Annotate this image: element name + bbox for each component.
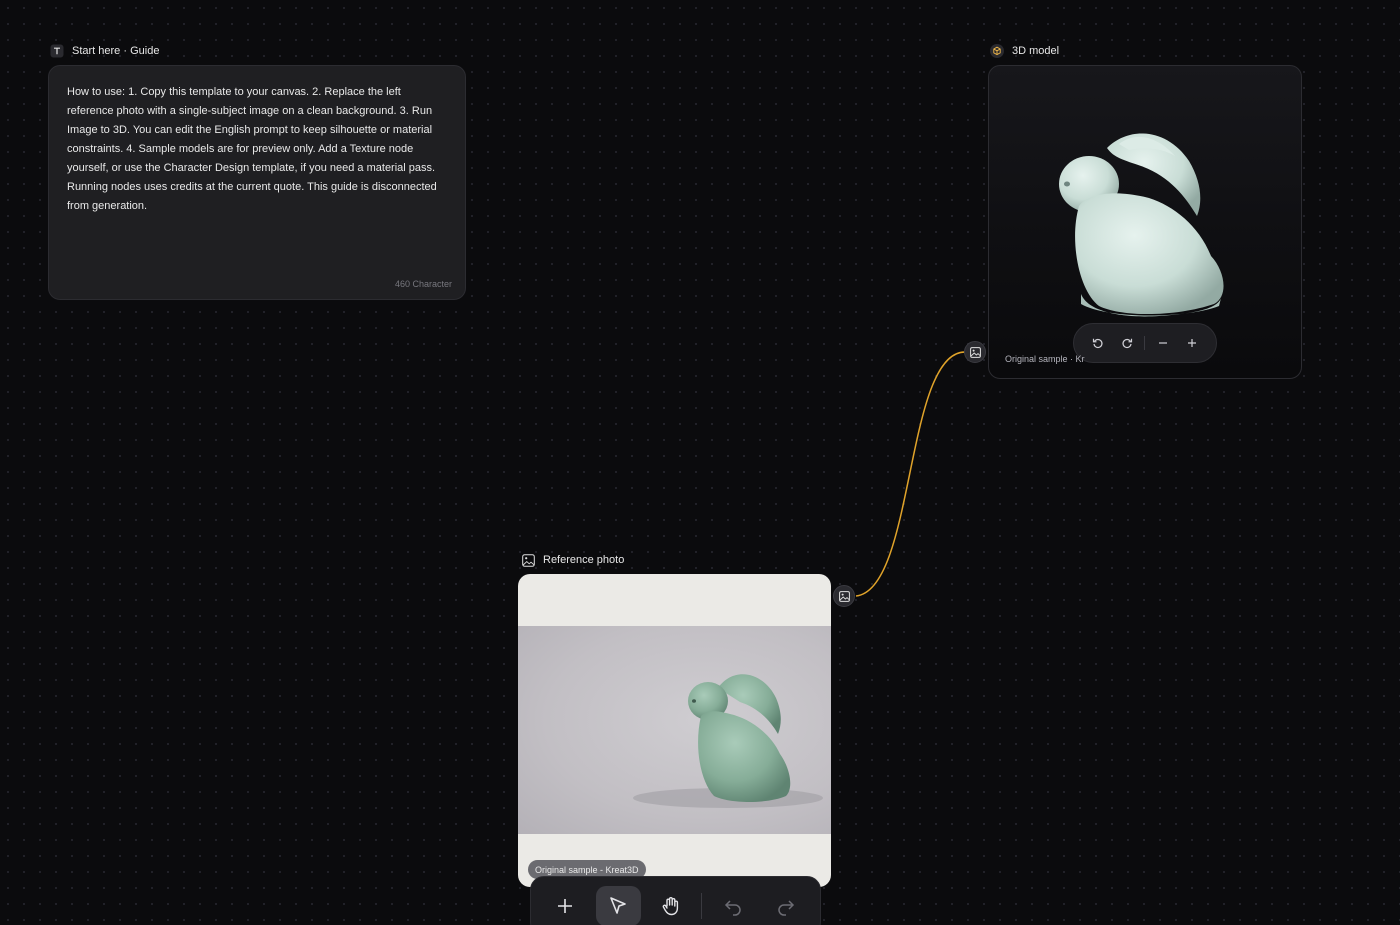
canvas-toolbar (530, 876, 821, 925)
redo-icon[interactable] (763, 886, 808, 925)
model-node-header: 3D model (990, 44, 1059, 58)
rotate-right-icon[interactable] (1116, 332, 1138, 354)
guide-node-header: Start here · Guide (50, 44, 159, 58)
controls-divider (1144, 336, 1146, 350)
guide-text-body[interactable]: How to use: 1. Copy this template to you… (67, 83, 447, 216)
image-icon (521, 553, 535, 567)
model-input-port[interactable] (964, 341, 986, 363)
reference-photo (518, 626, 831, 834)
image-port-icon (969, 346, 981, 358)
model-viewer-node[interactable]: Original sample · Kr (988, 65, 1302, 379)
model-node-title: 3D model (1012, 45, 1060, 57)
rabbit-figurine-image (633, 674, 823, 808)
add-icon[interactable] (543, 886, 588, 925)
character-count: 460 Character (394, 279, 452, 289)
image-port-icon (838, 590, 850, 602)
zoom-out-icon[interactable] (1152, 332, 1174, 354)
zoom-in-icon[interactable] (1181, 332, 1203, 354)
select-cursor-icon[interactable] (595, 886, 641, 925)
model-caption: Original sample · Kr (1005, 354, 1085, 364)
hand-pan-icon[interactable] (649, 886, 694, 925)
undo-icon[interactable] (710, 886, 755, 925)
reference-photo-node[interactable]: Original sample - Kreat3D (518, 574, 831, 887)
guide-text-node[interactable]: How to use: 1. Copy this template to you… (48, 65, 466, 300)
toolbar-divider (701, 893, 703, 919)
rotate-left-icon[interactable] (1087, 332, 1109, 354)
photo-output-port[interactable] (833, 585, 855, 607)
photo-node-header: Reference photo (521, 553, 624, 567)
photo-node-title: Reference photo (543, 554, 625, 566)
cube-icon (990, 44, 1004, 58)
guide-node-title: Start here · Guide (72, 45, 160, 57)
text-icon (50, 44, 64, 58)
model-view-controls (1073, 323, 1217, 363)
